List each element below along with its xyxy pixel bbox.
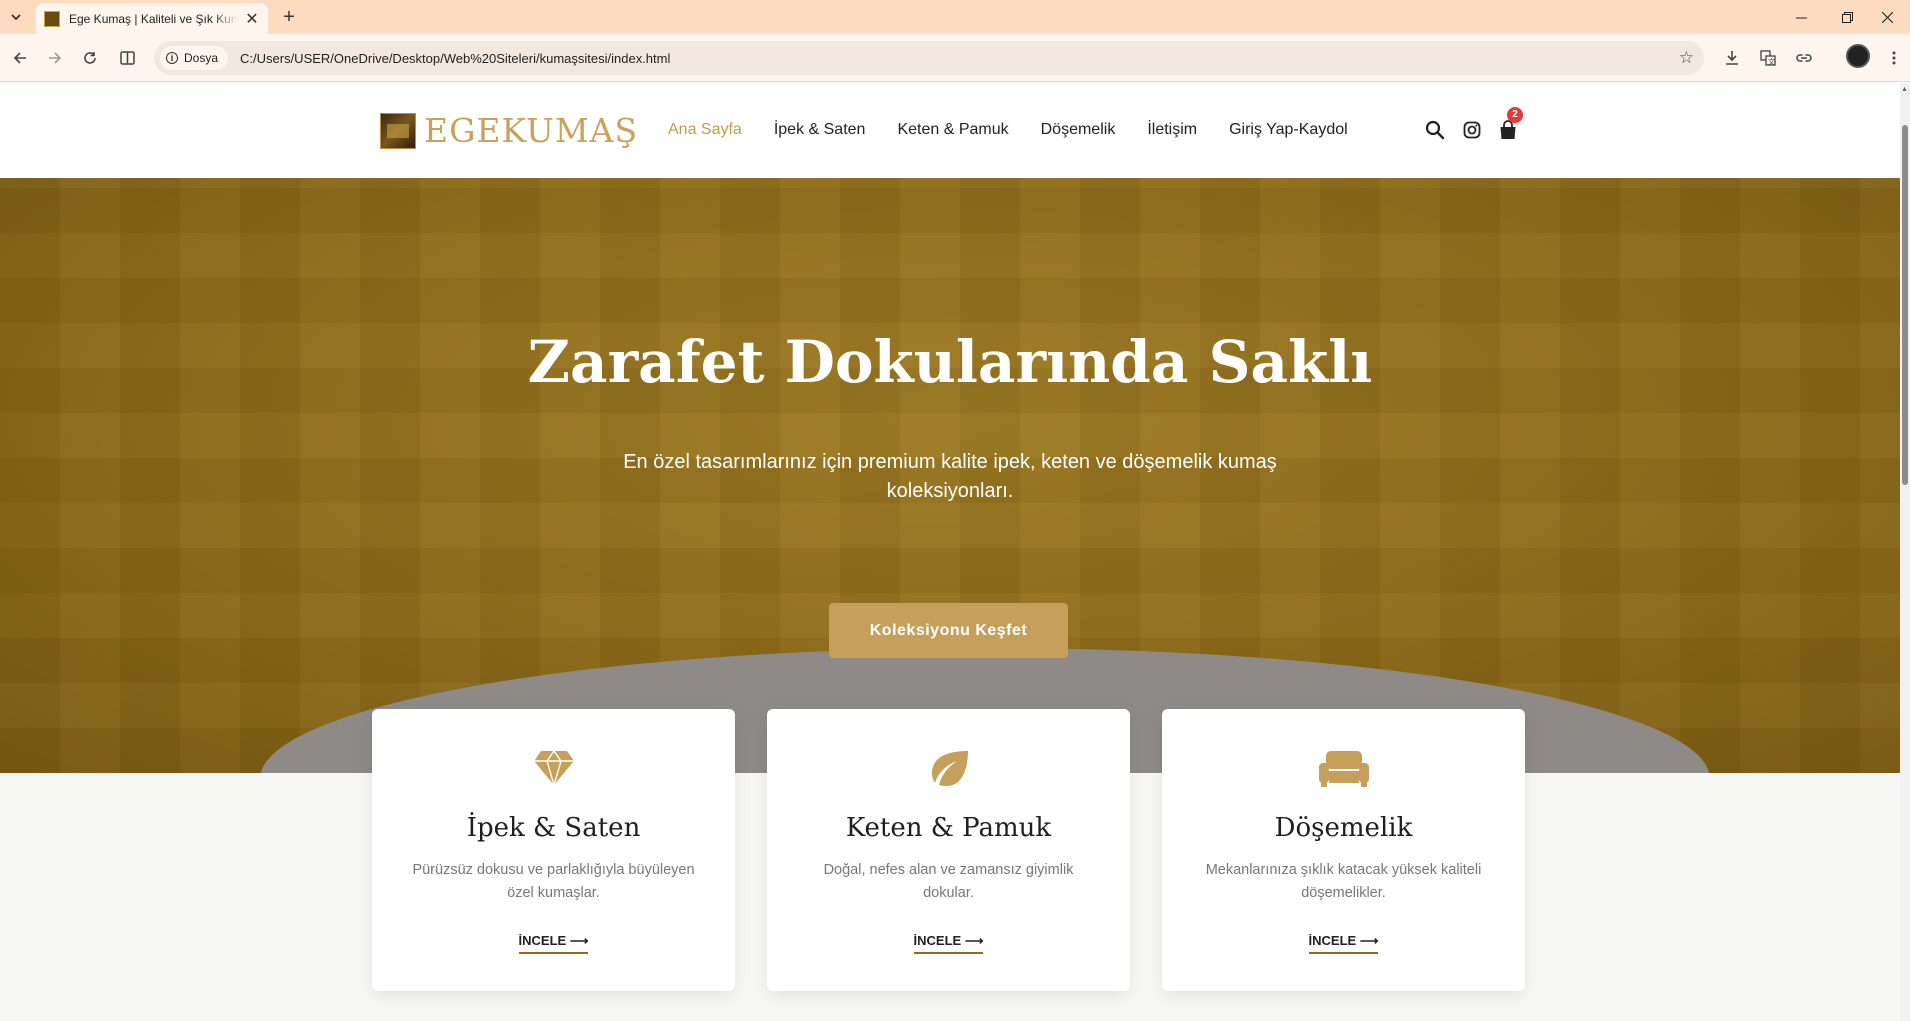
shopping-bag-icon xyxy=(1500,120,1516,139)
card-link[interactable]: İNCELE ⟶ xyxy=(1162,933,1525,954)
card-title: İpek & Saten xyxy=(466,813,641,843)
nav-link-contact[interactable]: İletişim xyxy=(1147,121,1197,139)
reload-icon xyxy=(84,52,96,64)
share-link-button[interactable] xyxy=(1790,44,1818,72)
translate-icon: 文 xyxy=(1760,50,1776,66)
card-description: Mekanlarınıza şıklık katacak yüksek kali… xyxy=(1205,862,1482,901)
scroll-up-arrow-icon[interactable]: ▲ xyxy=(1901,86,1908,93)
card-title: Keten & Pamuk xyxy=(845,813,1052,843)
scrollbar-thumb[interactable] xyxy=(1902,125,1908,485)
card-title: Döşemelik xyxy=(1274,813,1413,843)
page-viewport: EGEKUMAŞ Ana Sayfa İpek & Saten Keten & … xyxy=(0,83,1900,1021)
close-window-button[interactable] xyxy=(1864,0,1910,34)
translate-button[interactable]: 文 xyxy=(1754,44,1782,72)
search-icon xyxy=(1425,120,1445,140)
arrow-left-icon xyxy=(13,52,26,64)
svg-text:文: 文 xyxy=(1768,57,1775,66)
nav-link-upholstery[interactable]: Döşemelik xyxy=(1041,121,1116,139)
card-link-label[interactable]: İNCELE ⟶ xyxy=(1308,933,1379,954)
tab-title: Ege Kumaş | Kaliteli ve Şık Kumaşlar xyxy=(69,11,238,26)
page-scrollbar[interactable]: ▲ xyxy=(1900,83,1910,1021)
nav-link-home[interactable]: Ana Sayfa xyxy=(668,121,742,139)
card-description: Pürüzsüz dokusu ve parlaklığıyla büyüley… xyxy=(412,862,695,901)
new-tab-button[interactable]: + xyxy=(276,4,302,30)
more-vertical-icon xyxy=(1892,51,1896,65)
explore-collection-button[interactable]: Koleksiyonu Keşfet xyxy=(829,603,1068,658)
category-card-linen[interactable]: Keten & Pamuk Doğal, nefes alan ve zaman… xyxy=(767,709,1130,991)
browser-toolbar: i Dosya C:/Users/USER/OneDrive/Desktop/W… xyxy=(0,34,1910,82)
downloads-button[interactable] xyxy=(1718,44,1746,72)
browser-menu-button[interactable] xyxy=(1880,44,1908,72)
nav-link-silk-satin[interactable]: İpek & Saten xyxy=(774,121,866,139)
forward-button[interactable] xyxy=(41,44,69,72)
leaf-icon xyxy=(767,749,1130,789)
arrow-right-icon xyxy=(49,52,62,64)
logo-image xyxy=(380,112,416,149)
browser-tab[interactable]: Ege Kumaş | Kaliteli ve Şık Kumaşlar ✕ xyxy=(36,3,268,34)
tab-close-icon[interactable]: ✕ xyxy=(244,9,260,29)
site-header: EGEKUMAŞ Ana Sayfa İpek & Saten Keten & … xyxy=(0,83,1900,178)
profile-avatar[interactable] xyxy=(1846,44,1870,68)
split-view-button[interactable] xyxy=(113,44,141,72)
category-cards: İpek & Saten Pürüzsüz dokusu ve parlaklı… xyxy=(372,709,1525,991)
hero-title: Zarafet Dokularında Saklı xyxy=(527,328,1373,396)
tab-strip: Ege Kumaş | Kaliteli ve Şık Kumaşlar ✕ + xyxy=(0,0,1910,34)
instagram-icon xyxy=(1463,121,1481,139)
diamond-icon xyxy=(372,749,735,789)
restore-icon xyxy=(1841,11,1853,23)
favicon-icon xyxy=(44,10,60,27)
instagram-link[interactable] xyxy=(1459,117,1485,143)
card-link-label[interactable]: İNCELE ⟶ xyxy=(518,933,589,954)
card-link[interactable]: İNCELE ⟶ xyxy=(767,933,1130,954)
link-icon xyxy=(1796,54,1812,62)
address-bar[interactable]: i Dosya C:/Users/USER/OneDrive/Desktop/W… xyxy=(154,41,1704,75)
logo-text: EGEKUMAŞ xyxy=(424,111,639,150)
chevron-down-icon xyxy=(11,14,21,21)
category-card-upholstery[interactable]: Döşemelik Mekanlarınıza şıklık katacak y… xyxy=(1162,709,1525,991)
site-search-button[interactable] xyxy=(1422,117,1448,143)
download-icon xyxy=(1726,51,1738,65)
nav-link-linen-cotton[interactable]: Keten & Pamuk xyxy=(897,121,1008,139)
nav-link-login-register[interactable]: Giriş Yap-Kaydol xyxy=(1229,121,1348,139)
site-info-chip[interactable]: i Dosya xyxy=(160,46,229,70)
split-view-icon xyxy=(119,51,135,65)
back-button[interactable] xyxy=(6,44,34,72)
category-card-silk[interactable]: İpek & Saten Pürüzsüz dokusu ve parlaklı… xyxy=(372,709,735,991)
minimize-icon xyxy=(1795,17,1807,18)
cart-count-badge: 2 xyxy=(1507,107,1523,123)
tab-search-button[interactable] xyxy=(4,5,28,29)
info-icon: i xyxy=(166,52,178,64)
reload-button[interactable] xyxy=(76,44,104,72)
close-icon xyxy=(1881,11,1893,23)
main-nav: Ana Sayfa İpek & Saten Keten & Pamuk Döş… xyxy=(668,121,1380,139)
card-link[interactable]: İNCELE ⟶ xyxy=(372,933,735,954)
card-link-label[interactable]: İNCELE ⟶ xyxy=(913,933,984,954)
url-text[interactable]: C:/Users/USER/OneDrive/Desktop/Web%20Sit… xyxy=(240,51,670,66)
site-chip-label: Dosya xyxy=(184,51,219,65)
card-description: Doğal, nefes alan ve zamansız giyimlik d… xyxy=(823,862,1074,901)
couch-icon xyxy=(1162,749,1525,789)
hero-section: Zarafet Dokularında Saklı En özel tasarı… xyxy=(0,178,1900,773)
site-logo[interactable]: EGEKUMAŞ xyxy=(380,111,638,150)
minimize-button[interactable] xyxy=(1778,0,1824,34)
bookmark-star-icon[interactable]: ☆ xyxy=(1679,48,1694,68)
hero-subtitle: En özel tasarımlarınız için premium kali… xyxy=(623,451,1277,502)
